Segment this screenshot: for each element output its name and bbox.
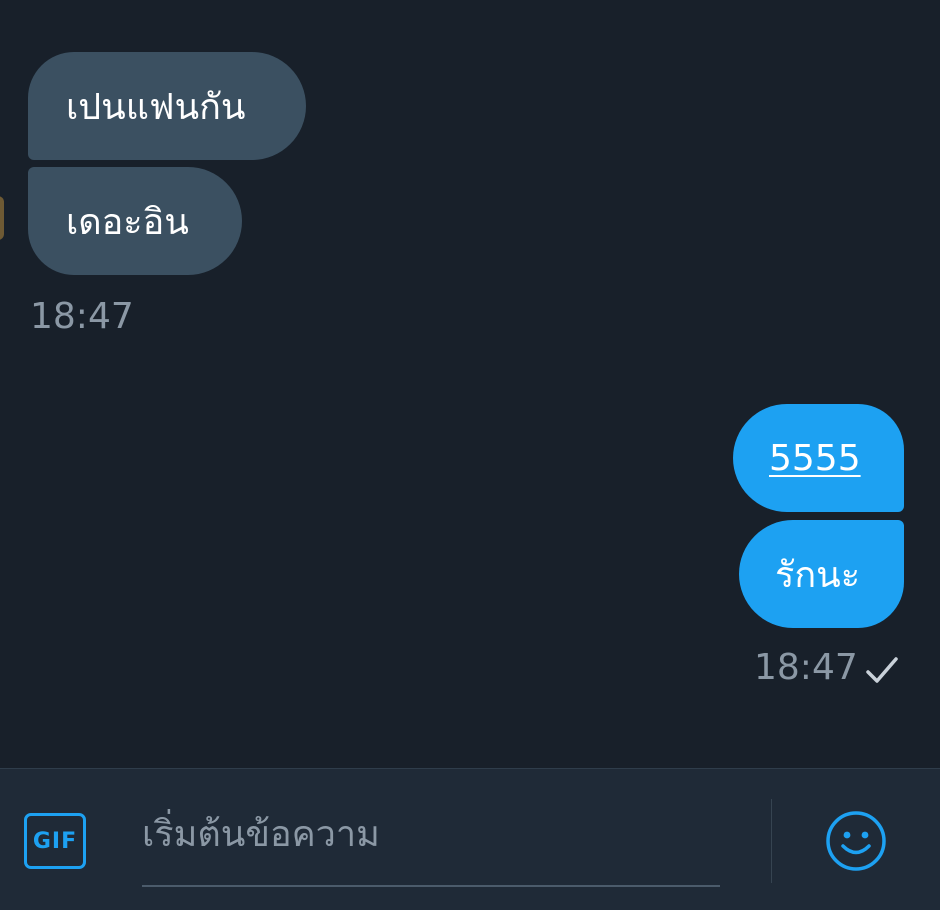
- outgoing-message-bubble[interactable]: 5555: [733, 404, 904, 512]
- message-text: เปนแฟนกัน: [66, 86, 246, 128]
- gif-button[interactable]: GIF: [24, 813, 86, 869]
- incoming-message-bubble[interactable]: เดอะอิน: [28, 167, 242, 275]
- message-timestamp: 18:47: [754, 647, 858, 688]
- incoming-message-bubble[interactable]: เปนแฟนกัน: [28, 52, 306, 160]
- outgoing-message-bubble[interactable]: รักนะ: [739, 520, 904, 628]
- composer-divider: [771, 799, 772, 883]
- message-text: รักนะ: [775, 554, 861, 596]
- smiley-icon[interactable]: [824, 809, 888, 873]
- message-composer: GIF: [0, 768, 940, 910]
- message-input[interactable]: [142, 799, 720, 869]
- check-icon: [866, 657, 898, 683]
- message-link-text[interactable]: 5555: [769, 438, 861, 479]
- dm-conversation-screen: เปนแฟนกัน เดอะอิน 18:47 5555 รักนะ 18:47…: [0, 0, 940, 910]
- message-input-wrapper: [142, 799, 720, 887]
- gif-icon: GIF: [32, 828, 78, 854]
- message-timestamp: 18:47: [30, 296, 134, 337]
- message-text: เดอะอิน: [66, 201, 189, 243]
- sender-avatar[interactable]: [0, 196, 4, 240]
